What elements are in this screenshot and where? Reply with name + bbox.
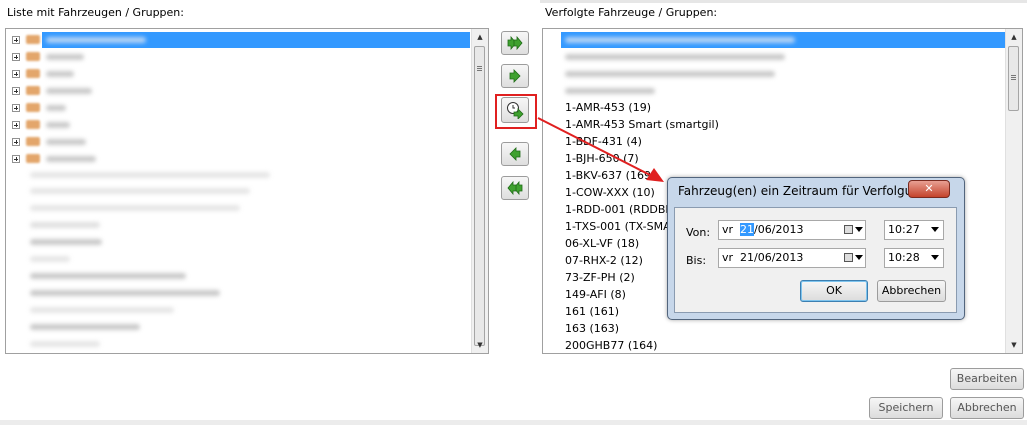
list-item[interactable] (565, 54, 785, 60)
folder-icon (26, 154, 40, 163)
double-arrow-right-icon (507, 36, 523, 50)
folder-icon (26, 35, 40, 44)
list-item[interactable]: 149-AFI (8) (565, 286, 626, 303)
scroll-down-icon[interactable]: ▼ (472, 337, 488, 353)
from-date-picker[interactable]: vr 21/06/2013 (718, 220, 866, 240)
folder-icon (26, 52, 40, 61)
from-label: Von: (686, 226, 711, 239)
folder-icon (26, 86, 40, 95)
scroll-up-icon[interactable]: ▲ (472, 29, 488, 45)
list-item[interactable]: 73-ZF-PH (2) (565, 269, 635, 286)
footer-cancel-button[interactable]: Abbrechen (950, 397, 1024, 419)
list-item[interactable] (30, 239, 102, 245)
scroll-down-icon[interactable]: ▼ (1006, 337, 1022, 353)
dialog-title: Fahrzeug(en) ein Zeitraum für Verfolgung… (678, 184, 943, 198)
to-date-value: vr 21/06/2013 (722, 251, 804, 264)
scroll-thumb[interactable] (474, 46, 485, 346)
expand-icon[interactable] (12, 155, 20, 163)
expand-icon[interactable] (12, 104, 20, 112)
tree-row[interactable] (6, 49, 466, 65)
annotation-arrow (537, 117, 664, 182)
list-item[interactable] (30, 307, 174, 313)
list-item[interactable] (565, 71, 775, 77)
list-item[interactable] (30, 324, 140, 330)
top-separator-right (540, 0, 1027, 3)
from-time-select[interactable]: 10:27 (884, 220, 944, 240)
expand-icon[interactable] (12, 138, 20, 146)
tree-row[interactable] (6, 151, 466, 167)
double-arrow-left-icon (507, 181, 523, 195)
folder-icon (26, 137, 40, 146)
list-item[interactable] (30, 341, 100, 347)
calendar-icon[interactable] (844, 225, 853, 234)
from-time-value: 10:27 (888, 223, 920, 236)
tree-row[interactable] (6, 66, 466, 82)
arrow-left-icon (509, 147, 521, 161)
tree-row[interactable] (6, 117, 466, 133)
list-item[interactable]: 1-TXS-001 (TX-SMAR (565, 218, 678, 235)
list-item[interactable] (30, 273, 186, 279)
list-item[interactable] (30, 188, 250, 194)
from-date-day: 21 (740, 223, 755, 236)
close-icon: ✕ (924, 182, 934, 195)
folder-icon (26, 69, 40, 78)
tree-row[interactable] (6, 134, 466, 150)
expand-icon[interactable] (12, 53, 20, 61)
add-selected-button[interactable] (501, 64, 529, 88)
list-item[interactable] (30, 222, 100, 228)
remove-all-button[interactable] (501, 176, 529, 200)
ok-button[interactable]: OK (800, 280, 868, 302)
add-all-button[interactable] (501, 31, 529, 55)
to-time-value: 10:28 (888, 251, 920, 264)
tree-row[interactable] (6, 100, 466, 116)
remove-selected-button[interactable] (501, 142, 529, 166)
from-date-rest: /06/2013 (754, 223, 804, 236)
expand-icon[interactable] (12, 121, 20, 129)
tree-row[interactable] (6, 32, 466, 48)
dialog-body: Von: vr 21/06/2013 10:27 Bis: vr 21/06/2… (674, 207, 957, 313)
expand-icon[interactable] (12, 70, 20, 78)
footer-separator (0, 420, 1027, 425)
chevron-down-icon[interactable] (855, 255, 863, 260)
right-scrollbar[interactable]: ▲ ▼ (1005, 29, 1022, 353)
cancel-button[interactable]: Abbrechen (877, 280, 946, 302)
scroll-up-icon[interactable]: ▲ (1006, 29, 1022, 45)
list-item[interactable] (565, 88, 655, 94)
chevron-down-icon (931, 227, 939, 232)
left-panel-label: Liste mit Fahrzeugen / Gruppen: (7, 6, 184, 19)
save-button[interactable]: Speichern (869, 397, 943, 419)
chevron-down-icon[interactable] (855, 227, 863, 232)
list-item[interactable]: 06-XL-VF (18) (565, 235, 639, 252)
calendar-icon[interactable] (844, 253, 853, 262)
folder-icon (26, 120, 40, 129)
list-item[interactable]: 07-RHX-2 (12) (565, 252, 643, 269)
list-item[interactable]: 1-RDD-001 (RDDBEL (565, 201, 679, 218)
left-scrollbar[interactable]: ▲ ▼ (471, 29, 488, 353)
list-item[interactable]: 163 (163) (565, 320, 619, 337)
close-button[interactable]: ✕ (908, 180, 950, 198)
tree-row[interactable] (6, 83, 466, 99)
vehicle-group-tree[interactable]: ▲ ▼ (5, 28, 489, 354)
scroll-thumb[interactable] (1008, 46, 1019, 111)
folder-icon (26, 103, 40, 112)
edit-button[interactable]: Bearbeiten (950, 368, 1024, 390)
chevron-down-icon (931, 255, 939, 260)
list-item[interactable] (30, 172, 270, 178)
from-date-prefix: vr (722, 223, 734, 236)
to-time-select[interactable]: 10:28 (884, 248, 944, 268)
time-range-dialog[interactable]: Fahrzeug(en) ein Zeitraum für Verfolgung… (667, 177, 965, 320)
to-label: Bis: (686, 254, 707, 267)
expand-icon[interactable] (12, 36, 20, 44)
list-item[interactable]: 200GHB77 (164) (565, 337, 657, 353)
list-item[interactable] (30, 256, 70, 262)
to-date-picker[interactable]: vr 21/06/2013 (718, 248, 866, 268)
list-item[interactable] (30, 205, 240, 211)
right-panel-label: Verfolgte Fahrzeuge / Gruppen: (545, 6, 718, 19)
expand-icon[interactable] (12, 87, 20, 95)
list-item[interactable]: 161 (161) (565, 303, 619, 320)
list-item[interactable] (30, 290, 220, 296)
arrow-right-icon (509, 69, 521, 83)
